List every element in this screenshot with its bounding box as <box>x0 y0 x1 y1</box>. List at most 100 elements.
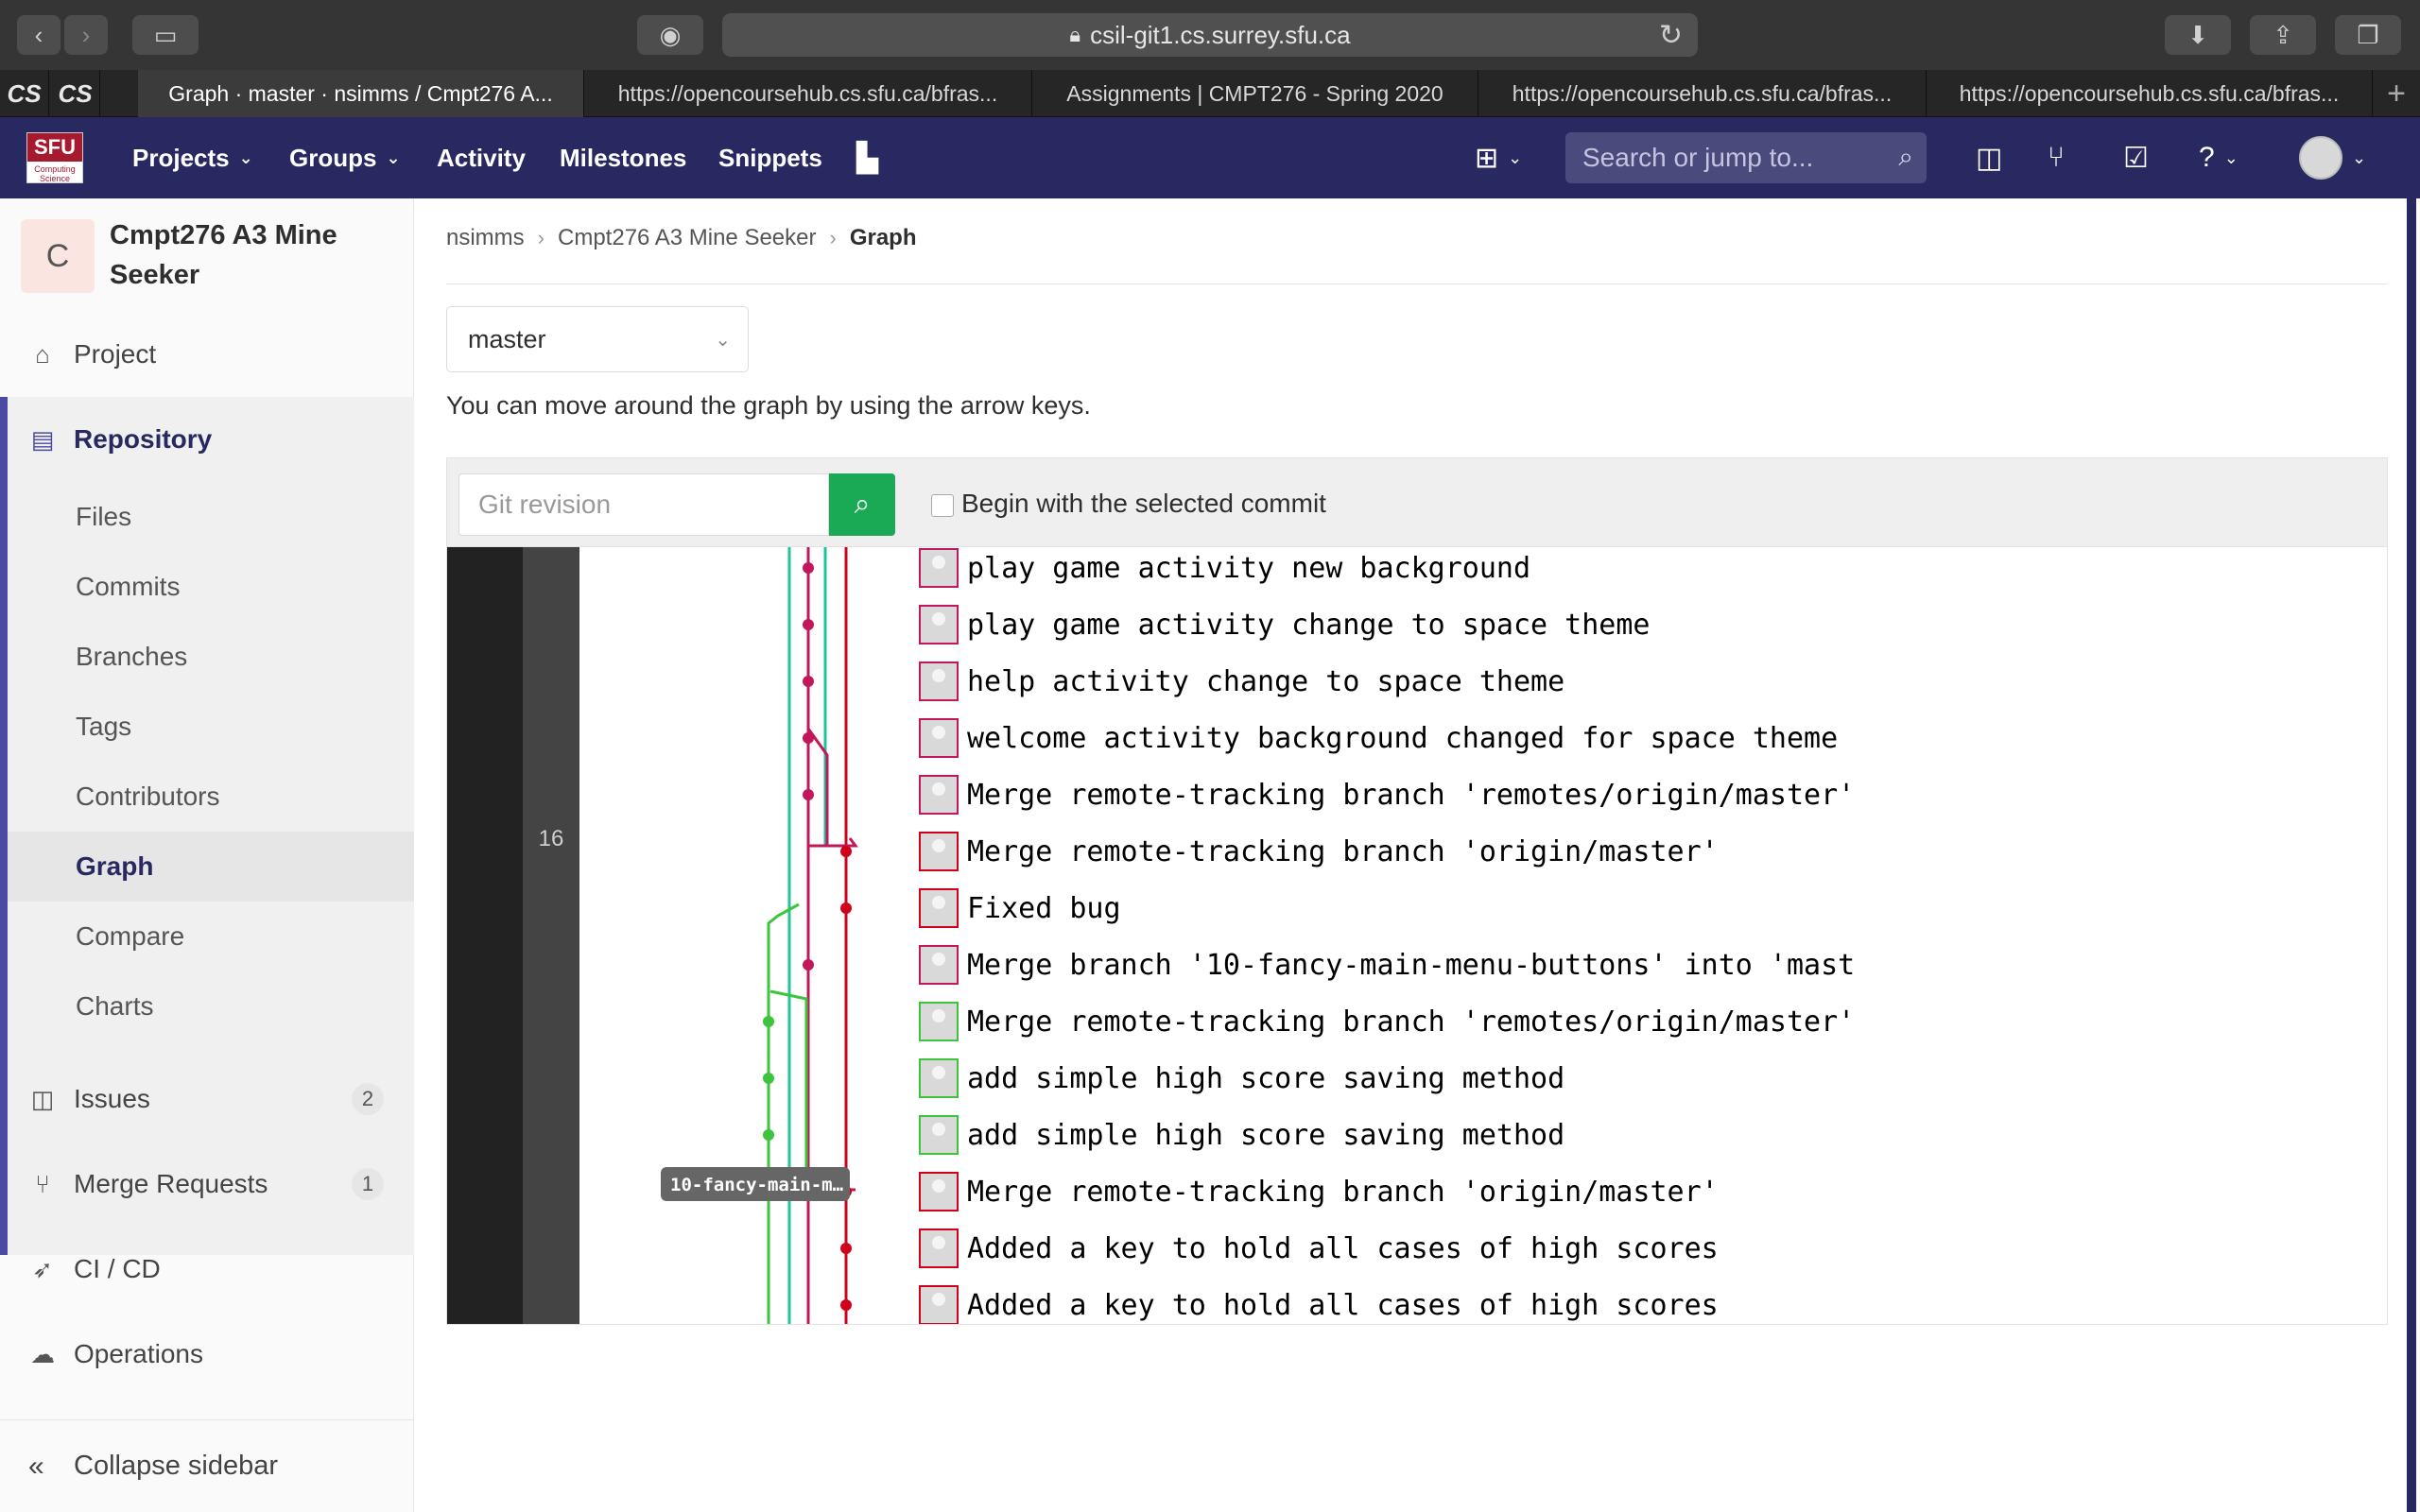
graph-area[interactable]: 16 10-fancy-main-m… play game activity n… <box>447 547 2387 1324</box>
commit-dot[interactable] <box>803 959 814 971</box>
tab-opencoursehub[interactable]: https://opencoursehub.cs.sfu.ca/bfras... <box>1927 70 2373 117</box>
commit-dot[interactable] <box>803 676 814 687</box>
back-button[interactable]: ‹ <box>17 15 60 55</box>
downloads-icon[interactable]: ⬇ <box>2165 15 2231 55</box>
commit-dot[interactable] <box>840 846 852 857</box>
forward-button[interactable]: › <box>64 15 108 55</box>
git-revision-input[interactable]: Git revision <box>458 473 829 536</box>
tabs-overview-icon[interactable]: ❐ <box>2335 15 2401 55</box>
commit-message[interactable]: add simple high score saving method <box>967 1062 1564 1095</box>
commit-dot[interactable] <box>840 1243 852 1254</box>
sidebar-item-graph[interactable]: Graph <box>8 832 414 902</box>
commit-message[interactable]: Added a key to hold all cases of high sc… <box>967 1232 1719 1265</box>
issues-icon[interactable]: ◫ <box>1976 117 2002 198</box>
merge-request-icon[interactable]: ⑂ <box>2048 117 2065 198</box>
tab-assignments[interactable]: Assignments | CMPT276 - Spring 2020 <box>1032 70 1478 117</box>
nav-projects[interactable]: Projects ⌄ <box>132 117 253 198</box>
tab-graph[interactable]: Graph · master · nsimms / Cmpt276 A... <box>138 70 584 117</box>
sidebar-item-operations[interactable]: ☁ Operations <box>0 1319 414 1389</box>
commit-message[interactable]: Merge remote-tracking branch 'origin/mas… <box>967 835 1719 868</box>
commit-row[interactable]: Added a key to hold all cases of high sc… <box>919 1285 1719 1324</box>
commit-dot[interactable] <box>803 619 814 630</box>
collapse-sidebar-button[interactable]: « Collapse sidebar <box>0 1419 414 1512</box>
commit-row[interactable]: help activity change to space theme <box>919 662 1564 701</box>
commit-dot[interactable] <box>840 902 852 914</box>
commit-message[interactable]: play game activity new background <box>967 552 1530 585</box>
analytics-chart-icon[interactable]: ▙ <box>856 117 878 198</box>
sidebar-item-tags[interactable]: Tags <box>0 692 414 762</box>
commit-message[interactable]: add simple high score saving method <box>967 1119 1564 1152</box>
commit-message[interactable]: Merge remote-tracking branch 'remotes/or… <box>967 1005 1855 1039</box>
commit-dot[interactable] <box>763 1016 774 1027</box>
commit-row[interactable]: Fixed bug <box>919 888 1121 928</box>
reload-icon[interactable]: ↻ <box>1659 19 1683 52</box>
commit-message[interactable]: welcome activity background changed for … <box>967 722 1838 755</box>
commit-row[interactable]: Merge remote-tracking branch 'remotes/or… <box>919 1002 1855 1041</box>
help-icon[interactable]: ? ⌄ <box>2199 117 2238 198</box>
sidebar-item-issues[interactable]: ◫ Issues 2 <box>0 1064 414 1134</box>
todo-check-icon[interactable]: ☑ <box>2123 117 2149 198</box>
project-name[interactable]: Cmpt276 A3 Mine Seeker <box>110 215 393 295</box>
nav-activity[interactable]: Activity <box>437 117 526 198</box>
share-icon[interactable]: ⇪ <box>2250 15 2316 55</box>
commit-dot[interactable] <box>763 1073 774 1084</box>
tab-opencoursehub[interactable]: https://opencoursehub.cs.sfu.ca/bfras... <box>1478 70 1927 117</box>
commit-message[interactable]: play game activity change to space theme <box>967 609 1650 642</box>
commit-row[interactable]: play game activity change to space theme <box>919 605 1650 644</box>
breadcrumb-project[interactable]: Cmpt276 A3 Mine Seeker <box>558 225 816 251</box>
new-tab-button[interactable]: + <box>2373 70 2420 117</box>
pinned-tab-cs[interactable]: CS <box>0 70 49 117</box>
sidebar-item-repository[interactable]: ▤ Repository <box>0 404 414 474</box>
sidebar-item-charts[interactable]: Charts <box>0 971 414 1041</box>
extension-icon[interactable]: ◉ <box>637 15 703 55</box>
commit-dot[interactable] <box>803 789 814 800</box>
commit-dot[interactable] <box>803 562 814 574</box>
search-button[interactable]: ⌕ <box>829 473 895 536</box>
commit-row[interactable]: add simple high score saving method <box>919 1115 1564 1155</box>
pinned-tab-cs[interactable]: CS <box>51 70 100 117</box>
branch-select[interactable]: master ⌄ <box>446 306 749 372</box>
commit-dot[interactable] <box>763 1129 774 1141</box>
sidebar-item-compare[interactable]: Compare <box>0 902 414 971</box>
commit-row[interactable]: add simple high score saving method <box>919 1058 1564 1098</box>
commit-dot[interactable] <box>840 1299 852 1311</box>
global-search-input[interactable]: Search or jump to... ⌕ <box>1565 132 1927 183</box>
sidebar-item-files[interactable]: Files <box>0 482 414 552</box>
commit-message[interactable]: help activity change to space theme <box>967 665 1564 698</box>
network-graph[interactable]: 16 10-fancy-main-m… play game activity n… <box>447 547 2387 1324</box>
tab-opencoursehub[interactable]: https://opencoursehub.cs.sfu.ca/bfras... <box>584 70 1032 117</box>
sidebar-item-branches[interactable]: Branches <box>0 622 414 692</box>
nav-groups[interactable]: Groups ⌄ <box>289 117 401 198</box>
nav-milestones[interactable]: Milestones <box>560 117 686 198</box>
begin-with-selected-checkbox[interactable] <box>931 494 954 517</box>
breadcrumb-current[interactable]: Graph <box>850 225 917 251</box>
commit-dot[interactable] <box>803 732 814 744</box>
sidebar-item-merge-requests[interactable]: ⑂ Merge Requests 1 <box>0 1149 414 1219</box>
commit-row[interactable]: welcome activity background changed for … <box>919 718 1838 758</box>
sidebar-item-cicd[interactable]: ➶ CI / CD <box>0 1234 414 1304</box>
nav-snippets[interactable]: Snippets <box>718 117 822 198</box>
address-bar[interactable]: 🔒︎ csil-git1.cs.surrey.sfu.ca ↻ <box>722 13 1698 57</box>
commit-row[interactable]: Merge branch '10-fancy-main-menu-buttons… <box>919 945 1855 985</box>
sfu-logo[interactable]: SFU Computing Science <box>26 132 83 183</box>
begin-with-selected-label[interactable]: Begin with the selected commit <box>961 489 1326 519</box>
sidebar-item-contributors[interactable]: Contributors <box>0 762 414 832</box>
commit-row[interactable]: Merge remote-tracking branch 'remotes/or… <box>919 775 1855 815</box>
avatar[interactable] <box>2299 136 2342 180</box>
commit-message[interactable]: Added a key to hold all cases of high sc… <box>967 1289 1719 1322</box>
page-scrollbar[interactable] <box>2407 198 2416 1512</box>
commit-row[interactable]: Added a key to hold all cases of high sc… <box>919 1228 1719 1268</box>
branch-label-tag[interactable]: 10-fancy-main-m… <box>661 1167 850 1201</box>
sidebar-item-project[interactable]: ⌂ Project <box>0 319 414 389</box>
commit-message[interactable]: Fixed bug <box>967 892 1121 925</box>
commit-message[interactable]: Merge remote-tracking branch 'origin/mas… <box>967 1176 1719 1209</box>
chevron-down-icon[interactable]: ⌄ <box>2352 117 2366 198</box>
commit-message[interactable]: Merge branch '10-fancy-main-menu-buttons… <box>967 949 1855 982</box>
commit-row[interactable]: Merge remote-tracking branch 'origin/mas… <box>919 832 1719 871</box>
breadcrumb-user[interactable]: nsimms <box>446 225 525 251</box>
commit-message[interactable]: Merge remote-tracking branch 'remotes/or… <box>967 779 1855 812</box>
commit-row[interactable]: play game activity new background <box>919 548 1530 588</box>
sidebar-item-commits[interactable]: Commits <box>0 552 414 622</box>
sidebar-toggle-icon[interactable]: ▭ <box>132 15 199 55</box>
new-item-plus-icon[interactable]: ⊞ ⌄ <box>1475 117 1522 198</box>
